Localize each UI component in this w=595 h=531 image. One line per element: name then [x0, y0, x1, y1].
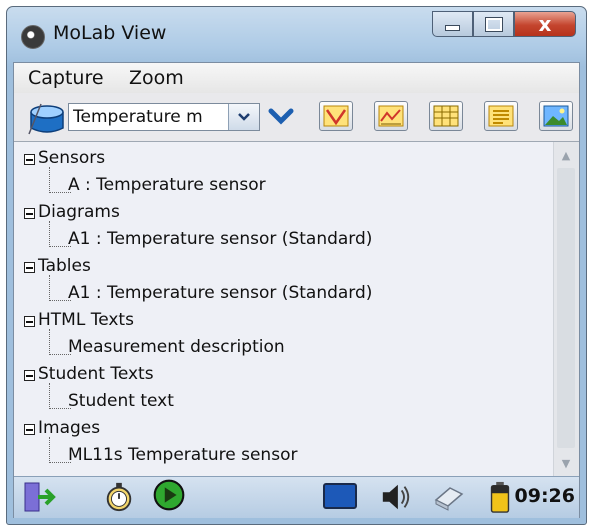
scroll-up-icon[interactable]: ▲ [557, 146, 575, 164]
tree-leaf-label: Student text [68, 391, 174, 411]
line-chart-button[interactable] [374, 101, 408, 131]
tree-connector [49, 383, 51, 409]
close-icon: x [538, 12, 552, 36]
tree-leaf[interactable]: A : Temperature sensor [24, 167, 266, 204]
tree-leaf-label: Measurement description [68, 337, 285, 357]
collapse-icon[interactable] [24, 316, 35, 327]
play-icon[interactable] [150, 479, 188, 511]
tree-leaf-label: A1 : Temperature sensor (Standard) [68, 229, 373, 249]
tree-connector [49, 329, 51, 355]
battery-icon [490, 481, 510, 513]
chevron-down-icon[interactable] [268, 107, 294, 127]
scroll-thumb[interactable] [557, 168, 575, 448]
tree-node-label: Sensors [38, 148, 106, 168]
tree-leaf[interactable]: Student text [24, 383, 174, 420]
tree-node-label: Student Texts [38, 364, 154, 384]
chevron-down-icon [238, 113, 250, 121]
title-bar[interactable]: MoLab View x [7, 7, 586, 62]
exit-icon[interactable] [22, 481, 56, 513]
scroll-down-icon[interactable]: ▼ [557, 454, 575, 472]
selector-dropdown-button[interactable] [228, 104, 259, 130]
tree-connector [49, 275, 51, 301]
maximize-icon [484, 16, 503, 32]
toolbar: Temperature m [14, 93, 579, 142]
paw-icon[interactable] [21, 25, 45, 49]
menu-zoom[interactable]: Zoom [129, 67, 184, 89]
sensor-selector[interactable]: Temperature m [68, 103, 260, 131]
collapse-icon[interactable] [24, 208, 35, 219]
window-title: MoLab View [53, 22, 167, 44]
text-button[interactable] [484, 101, 518, 131]
diagram-button[interactable] [319, 101, 353, 131]
stopwatch-icon[interactable] [104, 481, 134, 513]
eraser-icon[interactable] [432, 481, 466, 513]
text-icon [488, 105, 514, 127]
tree-node-label: HTML Texts [38, 310, 134, 330]
image-icon [543, 105, 569, 127]
tree-leaf[interactable]: ML11s Temperature sensor [24, 437, 297, 474]
app-window: MoLab View x Capture Zoom Temperature m [6, 6, 587, 525]
tree-node-label: Diagrams [38, 202, 120, 222]
screen-icon[interactable] [322, 481, 358, 513]
maximize-button[interactable] [473, 11, 514, 37]
image-button[interactable] [539, 101, 573, 131]
tree-connector [49, 221, 51, 247]
tree-leaf[interactable]: A1 : Temperature sensor (Standard) [24, 275, 372, 312]
clock: 09:26 [514, 485, 575, 507]
vertical-scrollbar[interactable]: ▲ ▼ [553, 142, 579, 476]
tree-connector [49, 437, 51, 463]
client-area: Capture Zoom Temperature m Sensors A: T… [13, 62, 580, 518]
tree-leaf[interactable]: Measurement description [24, 329, 285, 366]
tree-leaf-label: A1 : Temperature sensor (Standard) [68, 283, 373, 303]
tree-leaf-label: A : Temperature sensor [68, 175, 266, 195]
database-icon[interactable] [27, 102, 67, 136]
speaker-icon[interactable] [378, 481, 414, 513]
tree-connector [49, 167, 51, 193]
tree-node-label: Tables [38, 256, 91, 276]
status-bar: 09:26 [14, 476, 579, 518]
diagram-icon [323, 105, 349, 127]
menu-bar: Capture Zoom [14, 63, 579, 94]
tree-list: Sensors A : Temperature sensor Diagrams A1 … [24, 148, 372, 474]
close-button[interactable]: x [514, 11, 576, 37]
menu-capture[interactable]: Capture [28, 67, 104, 89]
collapse-icon[interactable] [24, 424, 35, 435]
window-controls: x [432, 11, 576, 37]
tree-leaf[interactable]: A1 : Temperature sensor (Standard) [24, 221, 372, 258]
table-button[interactable] [429, 101, 463, 131]
collapse-icon[interactable] [24, 262, 35, 273]
table-icon [433, 105, 459, 127]
minimize-icon [445, 25, 460, 31]
tree-node-label: Images [38, 418, 101, 438]
line-chart-icon [378, 105, 404, 127]
document-tree: Sensors A : Temperature sensor Diagrams A1 … [14, 142, 555, 476]
tree-leaf-label: ML11s Temperature sensor [68, 445, 298, 465]
minimize-button[interactable] [432, 11, 473, 37]
collapse-icon[interactable] [24, 154, 35, 165]
collapse-icon[interactable] [24, 370, 35, 381]
sensor-selector-value: Temperature m [73, 107, 203, 127]
